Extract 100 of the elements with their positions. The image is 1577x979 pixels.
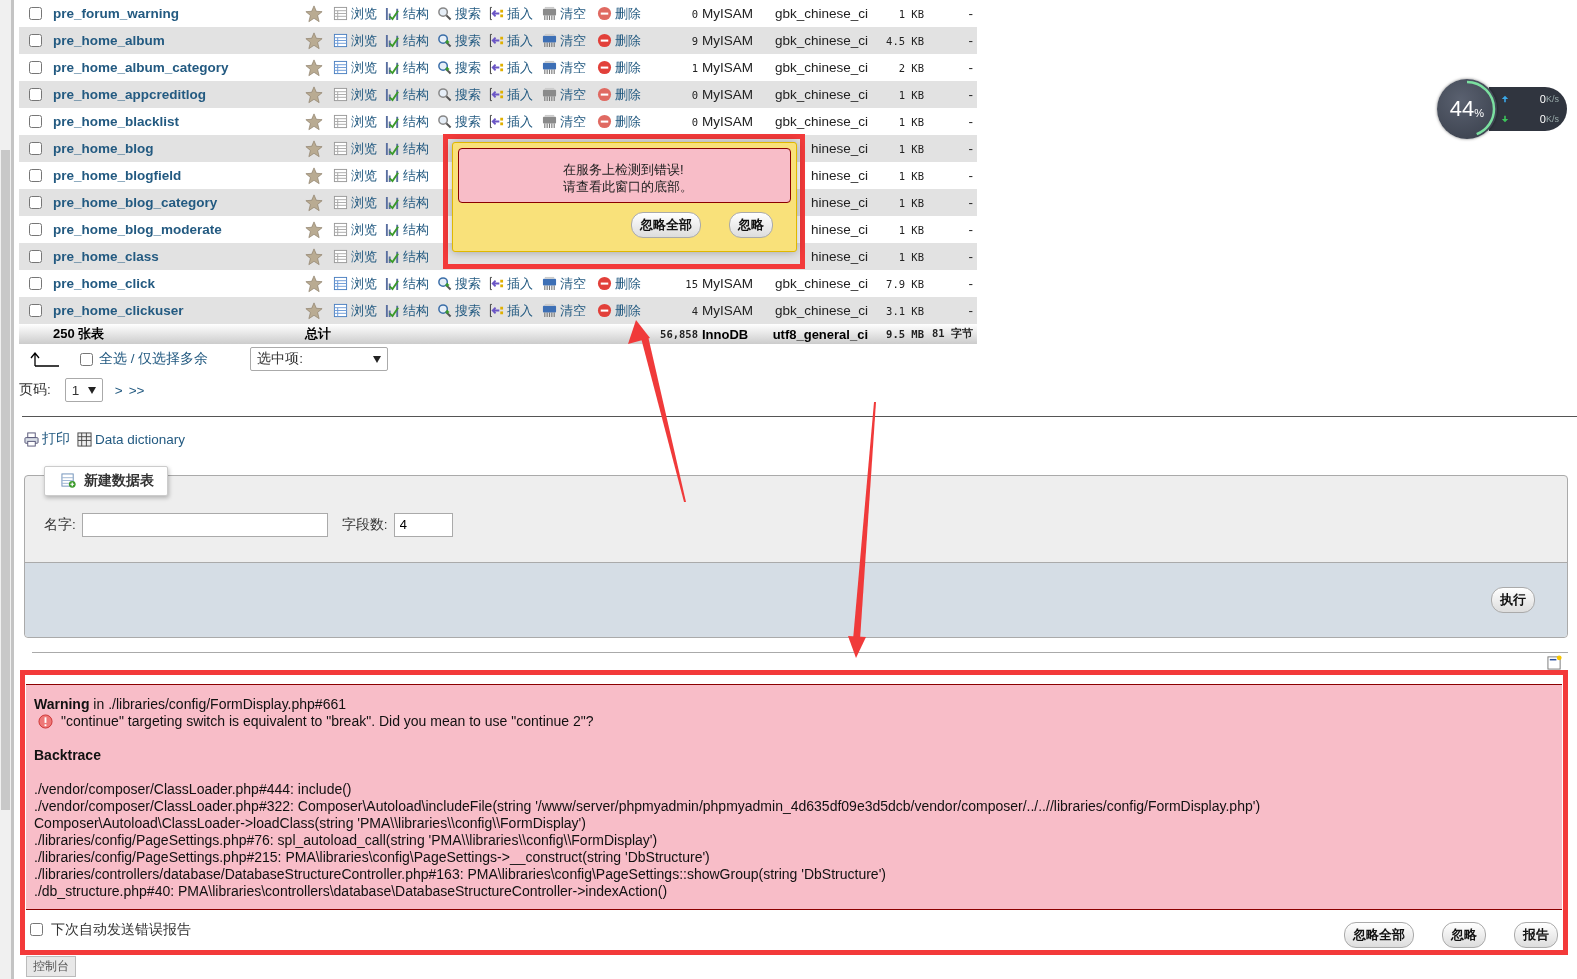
star-icon[interactable] xyxy=(305,31,323,50)
table-name-link[interactable]: pre_home_appcreditlog xyxy=(53,87,207,102)
empty-link[interactable]: 清空 xyxy=(542,301,586,320)
dialog-button[interactable]: 忽略 xyxy=(729,212,773,238)
browse-link[interactable]: 浏览 xyxy=(333,220,377,239)
browse-link[interactable]: 浏览 xyxy=(333,31,377,50)
drop-link[interactable]: 删除 xyxy=(597,58,641,77)
insert-link[interactable]: 插入 xyxy=(489,58,533,77)
star-icon[interactable] xyxy=(305,301,323,320)
structure-link[interactable]: 结构 xyxy=(385,112,429,131)
browse-link[interactable]: 浏览 xyxy=(333,274,377,293)
empty-link[interactable]: 清空 xyxy=(542,4,586,23)
row-checkbox[interactable] xyxy=(29,142,42,155)
dictionary-link[interactable]: Data dictionary xyxy=(95,431,186,447)
empty-link[interactable]: 清空 xyxy=(542,85,586,104)
structure-link[interactable]: 结构 xyxy=(385,274,429,293)
structure-link[interactable]: 结构 xyxy=(385,139,429,158)
star-icon[interactable] xyxy=(305,58,323,77)
auto-send-checkbox[interactable] xyxy=(30,923,43,936)
cpu-gauge[interactable]: 44% xyxy=(1437,79,1497,139)
browse-link[interactable]: 浏览 xyxy=(333,139,377,158)
structure-link[interactable]: 结构 xyxy=(385,301,429,320)
table-name-link[interactable]: pre_home_class xyxy=(53,249,159,264)
structure-link[interactable]: 结构 xyxy=(385,193,429,212)
note-icon[interactable] xyxy=(1547,654,1562,670)
columns-input[interactable]: 4 xyxy=(393,512,453,537)
structure-link[interactable]: 结构 xyxy=(385,58,429,77)
star-icon[interactable] xyxy=(305,85,323,104)
search-link[interactable]: 搜索 xyxy=(437,4,481,23)
star-icon[interactable] xyxy=(305,220,323,239)
search-link[interactable]: 搜索 xyxy=(437,112,481,131)
star-icon[interactable] xyxy=(305,112,323,131)
table-name-link[interactable]: pre_home_blog_category xyxy=(53,195,218,210)
error-action-button[interactable]: 忽略 xyxy=(1442,921,1486,948)
drop-link[interactable]: 删除 xyxy=(597,274,641,293)
row-checkbox[interactable] xyxy=(29,277,42,290)
search-link[interactable]: 搜索 xyxy=(437,85,481,104)
table-name-link[interactable]: pre_home_click xyxy=(53,276,156,291)
row-checkbox[interactable] xyxy=(29,34,42,47)
name-input[interactable] xyxy=(81,512,328,537)
browse-link[interactable]: 浏览 xyxy=(333,112,377,131)
row-checkbox[interactable] xyxy=(29,196,42,209)
row-checkbox[interactable] xyxy=(29,169,42,182)
table-name-link[interactable]: pre_home_clickuser xyxy=(53,303,184,318)
structure-link[interactable]: 结构 xyxy=(385,166,429,185)
drop-link[interactable]: 删除 xyxy=(597,31,641,50)
browse-link[interactable]: 浏览 xyxy=(333,85,377,104)
table-name-link[interactable]: pre_home_blog_moderate xyxy=(53,222,222,237)
table-name-link[interactable]: pre_home_blacklist xyxy=(53,114,180,129)
scrollbar[interactable] xyxy=(0,0,14,979)
row-checkbox[interactable] xyxy=(29,223,42,236)
dialog-button[interactable]: 忽略全部 xyxy=(631,212,701,238)
structure-link[interactable]: 结构 xyxy=(385,31,429,50)
table-name-link[interactable]: pre_forum_warning xyxy=(53,6,180,21)
search-link[interactable]: 搜索 xyxy=(437,274,481,293)
browse-link[interactable]: 浏览 xyxy=(333,58,377,77)
search-link[interactable]: 搜索 xyxy=(437,58,481,77)
page-dropdown[interactable]: 1 xyxy=(64,378,103,402)
insert-link[interactable]: 插入 xyxy=(489,85,533,104)
structure-link[interactable]: 结构 xyxy=(385,4,429,23)
browse-link[interactable]: 浏览 xyxy=(333,193,377,212)
error-action-button[interactable]: 忽略全部 xyxy=(1344,921,1414,948)
empty-link[interactable]: 清空 xyxy=(542,274,586,293)
star-icon[interactable] xyxy=(305,274,323,293)
table-name-link[interactable]: pre_home_blog xyxy=(53,141,154,156)
star-icon[interactable] xyxy=(305,4,323,23)
table-name-link[interactable]: pre_home_album_category xyxy=(53,60,229,75)
row-checkbox[interactable] xyxy=(29,88,42,101)
structure-link[interactable]: 结构 xyxy=(385,247,429,266)
empty-link[interactable]: 清空 xyxy=(542,31,586,50)
browse-link[interactable]: 浏览 xyxy=(333,301,377,320)
select-all-checkbox[interactable] xyxy=(80,352,93,366)
drop-link[interactable]: 删除 xyxy=(597,112,641,131)
star-icon[interactable] xyxy=(305,193,323,212)
search-link[interactable]: 搜索 xyxy=(437,31,481,50)
search-link[interactable]: 搜索 xyxy=(437,301,481,320)
row-checkbox[interactable] xyxy=(29,115,42,128)
go-button[interactable]: 执行 xyxy=(1491,586,1535,613)
row-checkbox[interactable] xyxy=(29,7,42,20)
row-checkbox[interactable] xyxy=(29,61,42,74)
drop-link[interactable]: 删除 xyxy=(597,301,641,320)
row-checkbox[interactable] xyxy=(29,250,42,263)
browse-link[interactable]: 浏览 xyxy=(333,4,377,23)
star-icon[interactable] xyxy=(305,139,323,158)
browse-link[interactable]: 浏览 xyxy=(333,166,377,185)
row-checkbox[interactable] xyxy=(29,304,42,317)
star-icon[interactable] xyxy=(305,166,323,185)
select-all-link[interactable]: 全选 / 仅选择多余 xyxy=(99,350,209,368)
empty-link[interactable]: 清空 xyxy=(542,58,586,77)
drop-link[interactable]: 删除 xyxy=(597,4,641,23)
insert-link[interactable]: 插入 xyxy=(489,274,533,293)
insert-link[interactable]: 插入 xyxy=(489,31,533,50)
table-name-link[interactable]: pre_home_album xyxy=(53,33,165,48)
print-link[interactable]: 打印 xyxy=(42,430,70,448)
insert-link[interactable]: 插入 xyxy=(489,301,533,320)
star-icon[interactable] xyxy=(305,247,323,266)
table-name-link[interactable]: pre_home_blogfield xyxy=(53,168,182,183)
browse-link[interactable]: 浏览 xyxy=(333,247,377,266)
with-selected-dropdown[interactable]: 选中项: xyxy=(250,347,389,371)
console-tab[interactable]: 控制台 xyxy=(26,955,76,977)
